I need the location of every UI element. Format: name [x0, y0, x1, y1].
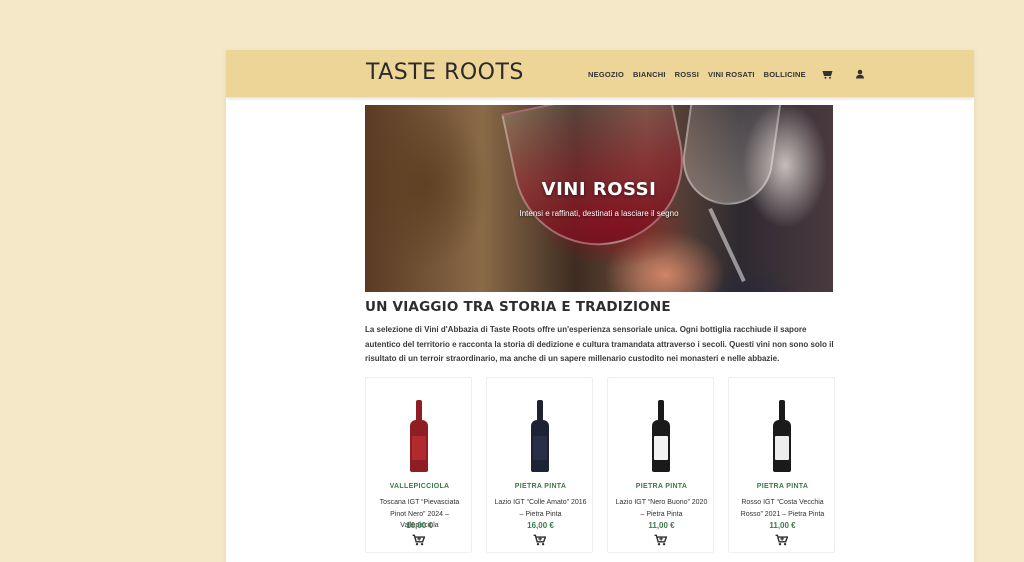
product-grid: VALLEPICCIOLA Toscana IGT “Pievasciata P…	[365, 377, 835, 557]
add-to-cart-icon[interactable]	[654, 533, 668, 546]
nav-item-vini-rosati[interactable]: VINI ROSATI	[708, 70, 755, 79]
product-price: 16,00 €	[527, 521, 554, 530]
product-producer[interactable]: PIETRA PINTA	[729, 483, 836, 490]
nav-item-negozio[interactable]: NEGOZIO	[588, 70, 624, 79]
nav-item-bollicine[interactable]: BOLLICINE	[764, 70, 806, 79]
product-card[interactable]: PIETRA PINTA Lazio IGT “Nero Buono” 2020…	[607, 377, 714, 553]
user-icon[interactable]	[853, 67, 867, 81]
product-price: 11,00 €	[769, 521, 796, 530]
site-logo[interactable]: TASTE ROOTS	[366, 60, 524, 85]
section-title: UN VIAGGIO TRA STORIA E TRADIZIONE	[365, 299, 671, 315]
add-to-cart-icon[interactable]	[775, 533, 789, 546]
nav-item-bianchi[interactable]: BIANCHI	[633, 70, 666, 79]
hero-banner: VINI ROSSI Intensi e raffinati, destinat…	[365, 105, 833, 292]
wine-bottle-image[interactable]	[410, 400, 428, 472]
product-card[interactable]: VALLEPICCIOLA Toscana IGT “Pievasciata P…	[365, 377, 472, 553]
browser-page: TASTE ROOTS NEGOZIO BIANCHI ROSSI VINI R…	[226, 50, 974, 562]
add-to-cart-icon[interactable]	[412, 533, 426, 546]
site-header: TASTE ROOTS NEGOZIO BIANCHI ROSSI VINI R…	[226, 50, 974, 97]
main-nav: NEGOZIO BIANCHI ROSSI VINI ROSATI BOLLIC…	[588, 67, 879, 81]
intro-text: La selezione di Vini d'Abbazia di Taste …	[365, 325, 834, 363]
add-to-cart-icon[interactable]	[533, 533, 547, 546]
product-producer[interactable]: VALLEPICCIOLA	[366, 483, 473, 490]
product-producer[interactable]: PIETRA PINTA	[608, 483, 715, 490]
product-name[interactable]: Lazio IGT “Colle Amato” 2016 – Pietra Pi…	[493, 497, 588, 520]
wine-bottle-image[interactable]	[531, 400, 549, 472]
hero-title: VINI ROSSI	[541, 179, 657, 200]
product-name[interactable]: Lazio IGT “Nero Buono” 2020 – Pietra Pin…	[614, 497, 709, 520]
glass-stem-image	[708, 207, 746, 283]
product-card[interactable]: PIETRA PINTA Lazio IGT “Colle Amato” 201…	[486, 377, 593, 553]
product-name[interactable]: Rosso IGT “Costa Vecchia Rosso” 2021 – P…	[735, 497, 830, 520]
product-price: 16,00 €	[406, 521, 433, 530]
product-producer[interactable]: PIETRA PINTA	[487, 483, 594, 490]
product-card[interactable]: PIETRA PINTA Rosso IGT “Costa Vecchia Ro…	[728, 377, 835, 553]
cart-icon[interactable]	[821, 67, 835, 81]
wine-bottle-image[interactable]	[773, 400, 791, 472]
wine-bottle-image[interactable]	[652, 400, 670, 472]
hero-subtitle: Intensi e raffinati, destinati a lasciar…	[519, 209, 679, 218]
product-price: 11,00 €	[648, 521, 675, 530]
nav-item-rossi[interactable]: ROSSI	[675, 70, 699, 79]
